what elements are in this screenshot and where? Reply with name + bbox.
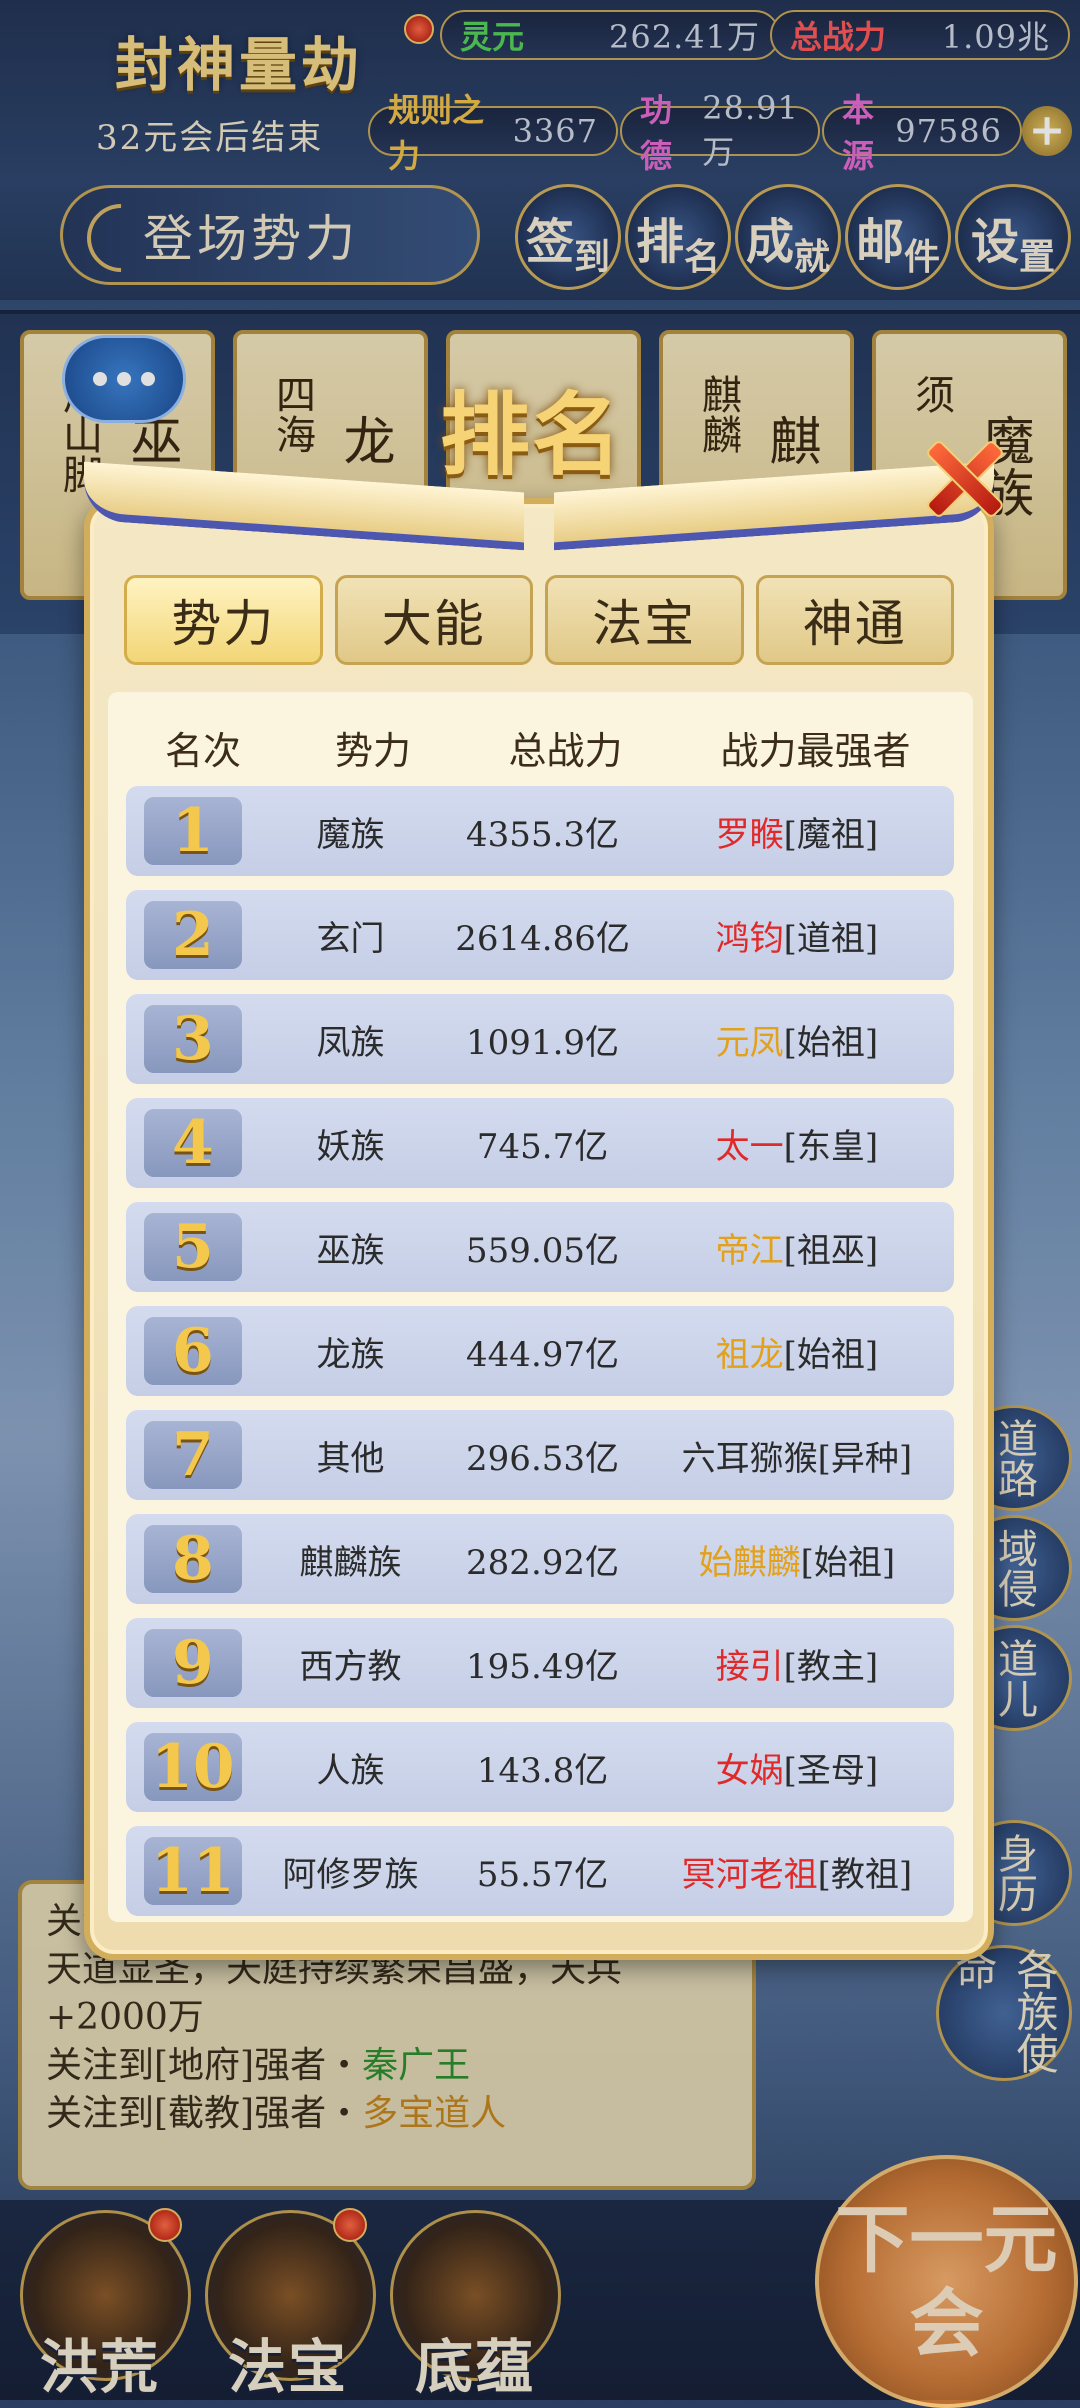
leader-name: 六耳猕猴 <box>681 1438 818 1479</box>
rank-badge: 9 <box>144 1628 242 1698</box>
faction-power: 745.7亿 <box>476 1126 609 1167</box>
table-row[interactable]: 2 玄门 2614.86亿 鸿钧 [道祖] <box>126 890 954 980</box>
strongest-member: 罗睺 [魔祖] <box>640 807 954 856</box>
strongest-member: 女娲 [圣母] <box>640 1743 954 1792</box>
leader-name: 元凤 <box>715 1022 784 1063</box>
faction-name: 其他 <box>316 1438 385 1479</box>
leader-title: [始祖] <box>783 1022 879 1063</box>
faction-name: 凤族 <box>316 1022 385 1063</box>
leader-name: 鸿钧 <box>715 918 784 959</box>
rank-badge: 3 <box>144 1004 242 1074</box>
faction-name: 玄门 <box>316 918 385 959</box>
leader-name: 接引 <box>715 1646 784 1687</box>
leader-title: [魔祖] <box>783 814 879 855</box>
leader-title: [始祖] <box>783 1334 879 1375</box>
strongest-member: 祖龙 [始祖] <box>640 1327 954 1376</box>
table-header: 名次 势力 总战力 战力最强者 <box>128 712 968 782</box>
leader-title: [道祖] <box>783 918 879 959</box>
leader-title: [祖巫] <box>783 1230 879 1271</box>
rank-badge: 1 <box>144 796 242 866</box>
table-row[interactable]: 3 凤族 1091.9亿 元凤 [始祖] <box>126 994 954 1084</box>
leader-name: 帝江 <box>715 1230 784 1271</box>
table-row[interactable]: 10 人族 143.8亿 女娲 [圣母] <box>126 1722 954 1812</box>
strongest-member: 始麒麟 [始祖] <box>640 1535 954 1584</box>
faction-power: 444.97亿 <box>466 1334 620 1375</box>
faction-power: 55.57亿 <box>476 1854 609 1895</box>
leader-name: 祖龙 <box>715 1334 784 1375</box>
faction-name: 龙族 <box>316 1334 385 1375</box>
table-row[interactable]: 11 阿修罗族 55.57亿 冥河老祖 [教祖] <box>126 1826 954 1916</box>
rank-badge: 7 <box>144 1420 242 1490</box>
strongest-member: 冥河老祖 [教祖] <box>640 1847 954 1896</box>
faction-power: 282.92亿 <box>466 1542 620 1583</box>
faction-name: 麒麟族 <box>299 1542 402 1583</box>
leader-title: [教主] <box>783 1646 879 1687</box>
tab-treasures[interactable]: 法宝 <box>545 575 744 665</box>
faction-power: 559.05亿 <box>466 1230 620 1271</box>
table-row[interactable]: 7 其他 296.53亿 六耳猕猴 [异种] <box>126 1410 954 1500</box>
header-faction: 势力 <box>334 728 411 773</box>
faction-power: 4355.3亿 <box>466 814 620 855</box>
faction-name: 阿修罗族 <box>282 1854 419 1895</box>
table-row[interactable]: 5 巫族 559.05亿 帝江 [祖巫] <box>126 1202 954 1292</box>
faction-power: 2614.86亿 <box>455 918 630 959</box>
strongest-member: 鸿钧 [道祖] <box>640 911 954 960</box>
rank-badge: 10 <box>144 1732 242 1802</box>
tab-factions[interactable]: 势力 <box>124 575 323 665</box>
faction-name: 魔族 <box>316 814 385 855</box>
table-row[interactable]: 4 妖族 745.7亿 太一 [东皇] <box>126 1098 954 1188</box>
strongest-member: 接引 [教主] <box>640 1639 954 1688</box>
leader-title: [教祖] <box>817 1854 913 1895</box>
leader-name: 太一 <box>715 1126 784 1167</box>
faction-name: 西方教 <box>299 1646 402 1687</box>
faction-power: 296.53亿 <box>466 1438 620 1479</box>
faction-power: 195.49亿 <box>466 1646 620 1687</box>
leader-title: [东皇] <box>783 1126 879 1167</box>
strongest-member: 六耳猕猴 [异种] <box>640 1431 954 1480</box>
rank-badge: 8 <box>144 1524 242 1594</box>
modal-title: 排名 <box>440 382 624 488</box>
table-row[interactable]: 9 西方教 195.49亿 接引 [教主] <box>126 1618 954 1708</box>
leader-title: [始祖] <box>800 1542 896 1583</box>
leader-title: [圣母] <box>783 1750 879 1791</box>
strongest-member: 元凤 [始祖] <box>640 1015 954 1064</box>
leader-name: 罗睺 <box>715 814 784 855</box>
strongest-member: 帝江 [祖巫] <box>640 1223 954 1272</box>
rank-badge: 6 <box>144 1316 242 1386</box>
ranking-table: 名次 势力 总战力 战力最强者 1 魔族 4355.3亿 罗睺 [魔祖] 2 玄门 2614.… <box>108 692 973 1922</box>
table-row[interactable]: 1 魔族 4355.3亿 罗睺 [魔祖] <box>126 786 954 876</box>
leader-title: [异种] <box>817 1438 913 1479</box>
header-power: 总战力 <box>508 728 623 773</box>
tab-skills[interactable]: 神通 <box>755 575 954 665</box>
leader-name: 始麒麟 <box>698 1542 801 1583</box>
tab-masters[interactable]: 大能 <box>334 575 533 665</box>
strongest-member: 太一 [东皇] <box>640 1119 954 1168</box>
header-rank: 名次 <box>164 728 241 773</box>
rank-badge: 11 <box>144 1836 242 1906</box>
leader-name: 冥河老祖 <box>681 1854 818 1895</box>
leader-name: 女娲 <box>715 1750 784 1791</box>
table-row[interactable]: 8 麒麟族 282.92亿 始麒麟 [始祖] <box>126 1514 954 1604</box>
faction-power: 1091.9亿 <box>466 1022 620 1063</box>
close-icon[interactable] <box>915 432 1005 522</box>
faction-name: 妖族 <box>316 1126 385 1167</box>
rank-badge: 5 <box>144 1212 242 1282</box>
faction-power: 143.8亿 <box>476 1750 609 1791</box>
rank-badge: 4 <box>144 1108 242 1178</box>
faction-name: 巫族 <box>316 1230 385 1271</box>
table-row[interactable]: 6 龙族 444.97亿 祖龙 [始祖] <box>126 1306 954 1396</box>
ranking-tabs: 势力 大能 法宝 神通 <box>124 575 954 667</box>
faction-name: 人族 <box>316 1750 385 1791</box>
header-leader: 战力最强者 <box>720 728 911 773</box>
rank-badge: 2 <box>144 900 242 970</box>
